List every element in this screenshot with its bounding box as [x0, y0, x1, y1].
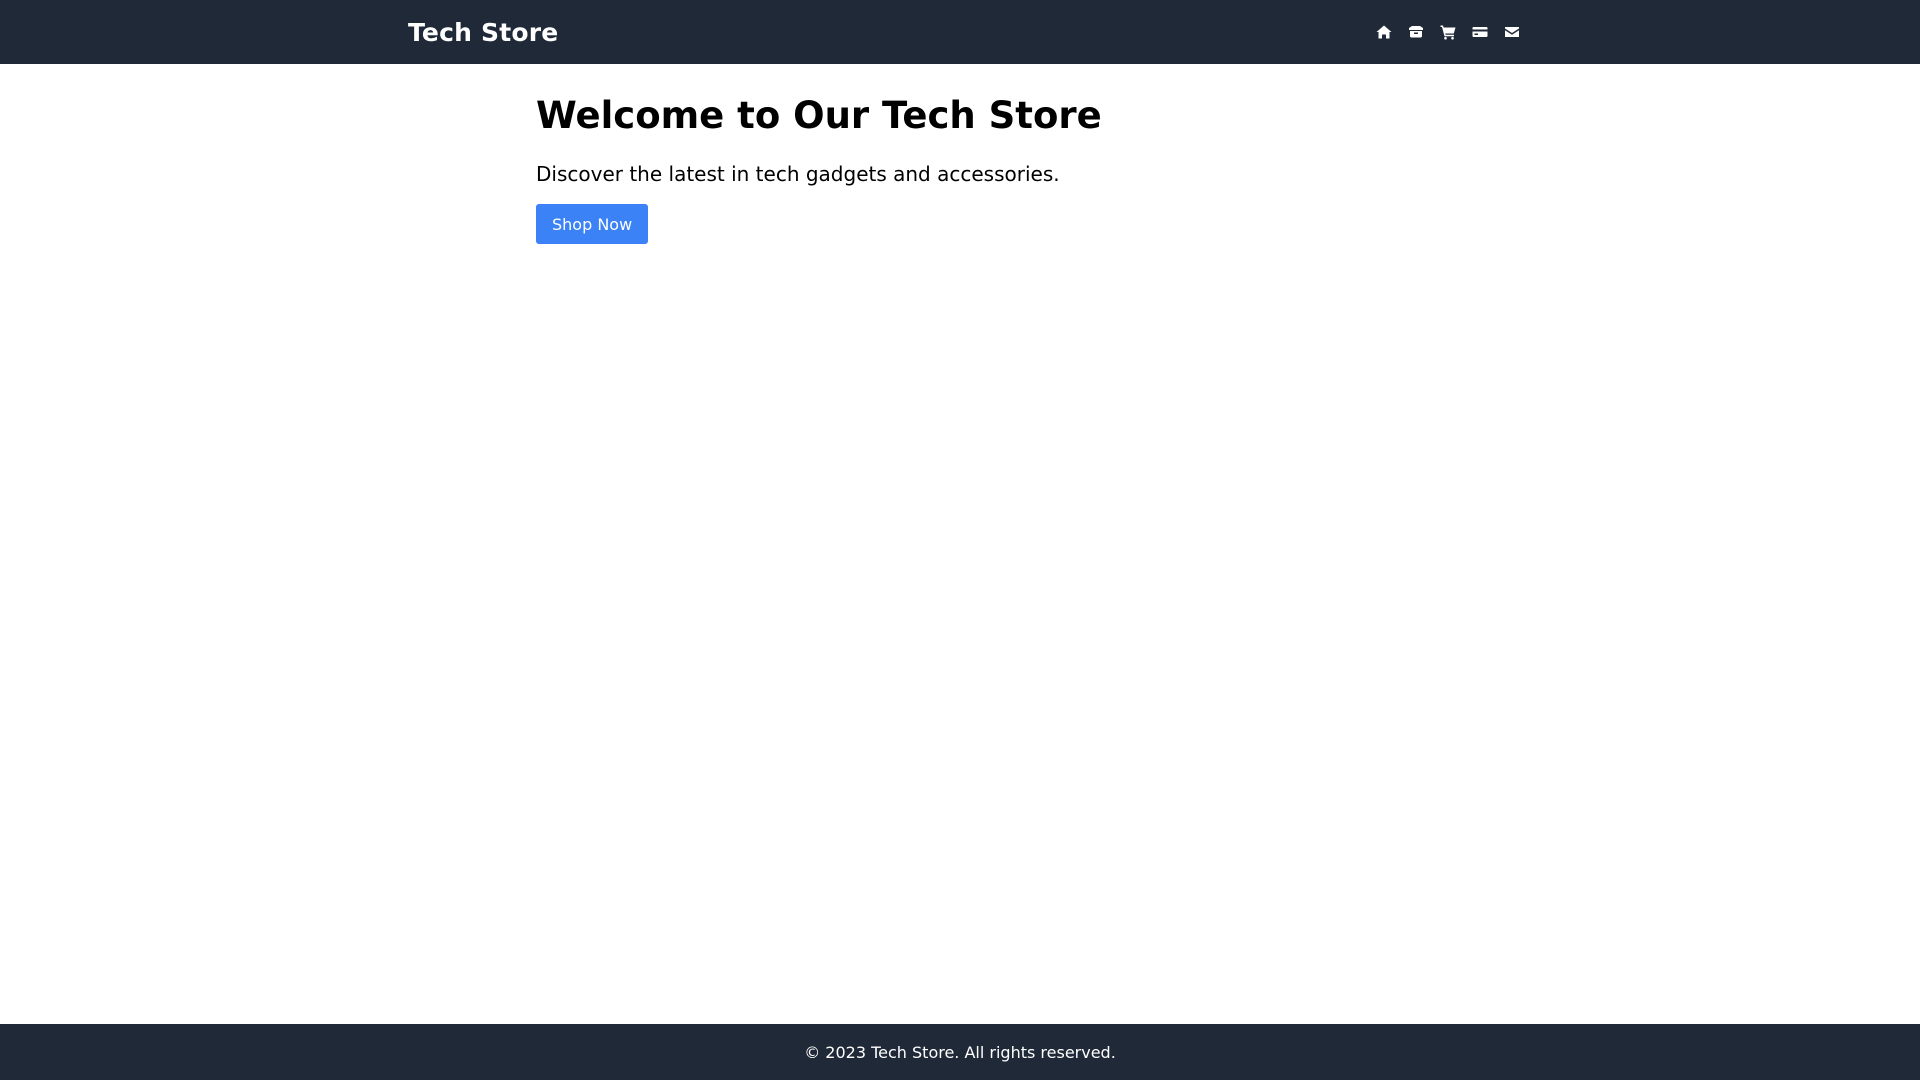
- hero-section: Welcome to Our Tech Store Discover the l…: [392, 64, 1528, 245]
- shop-now-button[interactable]: Shop Now: [536, 204, 649, 245]
- home-icon[interactable]: [1376, 24, 1392, 40]
- hero-title: Welcome to Our Tech Store: [536, 94, 1102, 137]
- mail-icon[interactable]: [1504, 24, 1520, 40]
- navbar: Tech Store: [0, 0, 1920, 64]
- hero-subtitle: Discover the latest in tech gadgets and …: [536, 162, 1060, 187]
- products-icon[interactable]: [1408, 24, 1424, 40]
- page: Tech Store Welcome to Our Tech Store Dis…: [0, 0, 1920, 1080]
- navbar-inner: Tech Store: [392, 0, 1528, 64]
- cart-icon[interactable]: [1440, 24, 1456, 40]
- nav-icons: [1376, 24, 1520, 40]
- payment-card-icon[interactable]: [1472, 24, 1488, 40]
- footer-copyright: © 2023 Tech Store. All rights reserved.: [804, 1042, 1116, 1062]
- footer: © 2023 Tech Store. All rights reserved.: [0, 1024, 1920, 1080]
- brand-logo[interactable]: Tech Store: [408, 18, 558, 47]
- main-content: Welcome to Our Tech Store Discover the l…: [0, 64, 1920, 1024]
